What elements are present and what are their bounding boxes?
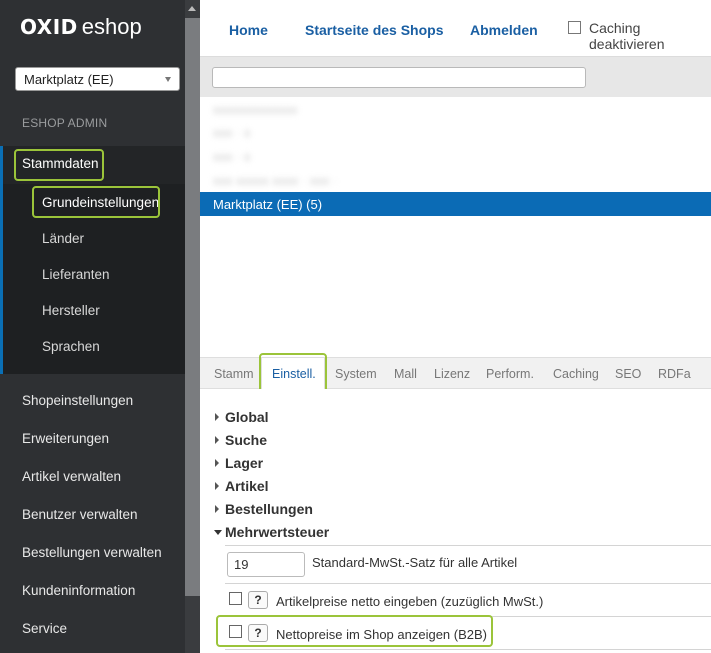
vat-rate-input[interactable] <box>227 552 305 577</box>
list-item[interactable]: xxx · x <box>200 120 711 144</box>
divider <box>225 649 711 650</box>
home-link[interactable]: Home <box>229 22 268 38</box>
caching-label: Caching deaktivieren <box>589 20 665 52</box>
settings-content: Global Suche Lager Artikel Bestellungen … <box>200 389 711 653</box>
subitem-laender[interactable]: Länder <box>42 231 84 246</box>
sidebar-item-bestellungen[interactable]: Bestellungen verwalten <box>0 535 185 573</box>
sidebar: OXID eshop Marktplatz (EE) ESHOP ADMIN S… <box>0 0 200 653</box>
help-button[interactable]: ? <box>248 591 268 609</box>
top-header: Home Startseite des Shops Abmelden Cachi… <box>200 0 711 57</box>
list-item-label: xxx xxxxx xxxx · xxx · <box>213 173 338 188</box>
logout-link[interactable]: Abmelden <box>470 22 538 38</box>
sidebar-item-service[interactable]: Service <box>0 611 185 649</box>
group-bestellungen[interactable]: Bestellungen <box>215 501 313 517</box>
group-suche[interactable]: Suche <box>215 432 268 448</box>
sidebar-scrollbar[interactable] <box>185 0 200 653</box>
group-label: Suche <box>225 432 268 448</box>
list-item-label: Marktplatz (EE) (5) <box>213 197 323 212</box>
caret-right-icon <box>215 482 219 490</box>
vat-rate-label: Standard-MwSt.-Satz für alle Artikel <box>312 555 518 570</box>
sidebar-item-shopeinstellungen[interactable]: Shopeinstellungen <box>0 383 185 421</box>
scroll-up-arrow-icon[interactable] <box>188 6 196 11</box>
netto-input-label: Artikelpreise netto eingeben (zuzüglich … <box>276 594 544 609</box>
group-label: Global <box>225 409 269 425</box>
highlight-stammdaten <box>14 149 104 181</box>
tab-system[interactable]: System <box>335 367 377 381</box>
chevron-down-icon <box>165 77 171 82</box>
group-label: Artikel <box>225 478 269 494</box>
list-item[interactable]: xxxxxxxxxxxxx <box>200 97 711 121</box>
tab-lizenz[interactable]: Lizenz <box>434 367 470 381</box>
oxid-eshop-logo: OXID eshop <box>20 14 142 44</box>
sidebar-item-artikel[interactable]: Artikel verwalten <box>0 459 185 497</box>
group-mehrwertsteuer[interactable]: Mehrwertsteuer <box>214 524 330 540</box>
group-global[interactable]: Global <box>215 409 269 425</box>
sidebar-item-kundeninformation[interactable]: Kundeninformation <box>0 573 185 611</box>
netto-input-checkbox[interactable] <box>229 592 242 605</box>
list-item[interactable]: xxx · x <box>200 144 711 168</box>
highlight-grundeinstellungen <box>32 186 160 218</box>
caret-right-icon <box>215 459 219 467</box>
list-item-label: xxx · x <box>213 125 251 140</box>
shop-select-value: Marktplatz (EE) <box>24 72 114 87</box>
shop-select[interactable]: Marktplatz (EE) <box>15 67 180 91</box>
sidebar-section-title: ESHOP ADMIN <box>22 116 108 130</box>
caret-right-icon <box>215 413 219 421</box>
filter-input[interactable] <box>212 67 586 88</box>
tab-stamm[interactable]: Stamm <box>214 367 254 381</box>
sidebar-item-benutzer[interactable]: Benutzer verwalten <box>0 497 185 535</box>
tab-perform[interactable]: Perform. <box>486 367 534 381</box>
logo-oxid-text: OXID <box>20 15 78 39</box>
tab-caching[interactable]: Caching <box>553 367 599 381</box>
divider <box>225 583 711 584</box>
sidebar-scroll-thumb[interactable] <box>185 18 200 596</box>
highlight-netto-display <box>216 615 493 647</box>
subitem-sprachen[interactable]: Sprachen <box>42 339 100 354</box>
tab-mall[interactable]: Mall <box>394 367 417 381</box>
tab-rdfa[interactable]: RDFa <box>658 367 691 381</box>
subitem-lieferanten[interactable]: Lieferanten <box>42 267 110 282</box>
caret-right-icon <box>215 436 219 444</box>
list-item[interactable]: xxx xxxxx xxxx · xxx · <box>200 168 711 192</box>
shop-list-panel: xxxxxxxxxxxxx xxx · x xxx · x xxx xxxxx … <box>200 57 711 357</box>
list-item-label: xxxxxxxxxxxxx <box>213 102 298 117</box>
group-artikel[interactable]: Artikel <box>215 478 269 494</box>
divider <box>225 545 711 546</box>
list-item-label: xxx · x <box>213 149 251 164</box>
group-label: Lager <box>225 455 264 471</box>
group-label: Mehrwertsteuer <box>225 524 330 540</box>
tab-seo[interactable]: SEO <box>615 367 641 381</box>
group-lager[interactable]: Lager <box>215 455 264 471</box>
shop-start-link[interactable]: Startseite des Shops <box>305 22 444 38</box>
caret-down-icon <box>214 530 222 535</box>
subitem-hersteller[interactable]: Hersteller <box>42 303 100 318</box>
caret-right-icon <box>215 505 219 513</box>
caching-checkbox[interactable] <box>568 21 581 34</box>
highlight-tab-einstell <box>259 353 327 394</box>
group-label: Bestellungen <box>225 501 313 517</box>
filter-bar <box>200 57 711 97</box>
list-item-selected[interactable]: Marktplatz (EE) (5) <box>200 192 711 216</box>
sidebar-item-erweiterungen[interactable]: Erweiterungen <box>0 421 185 459</box>
logo-eshop-text: eshop <box>81 14 142 39</box>
